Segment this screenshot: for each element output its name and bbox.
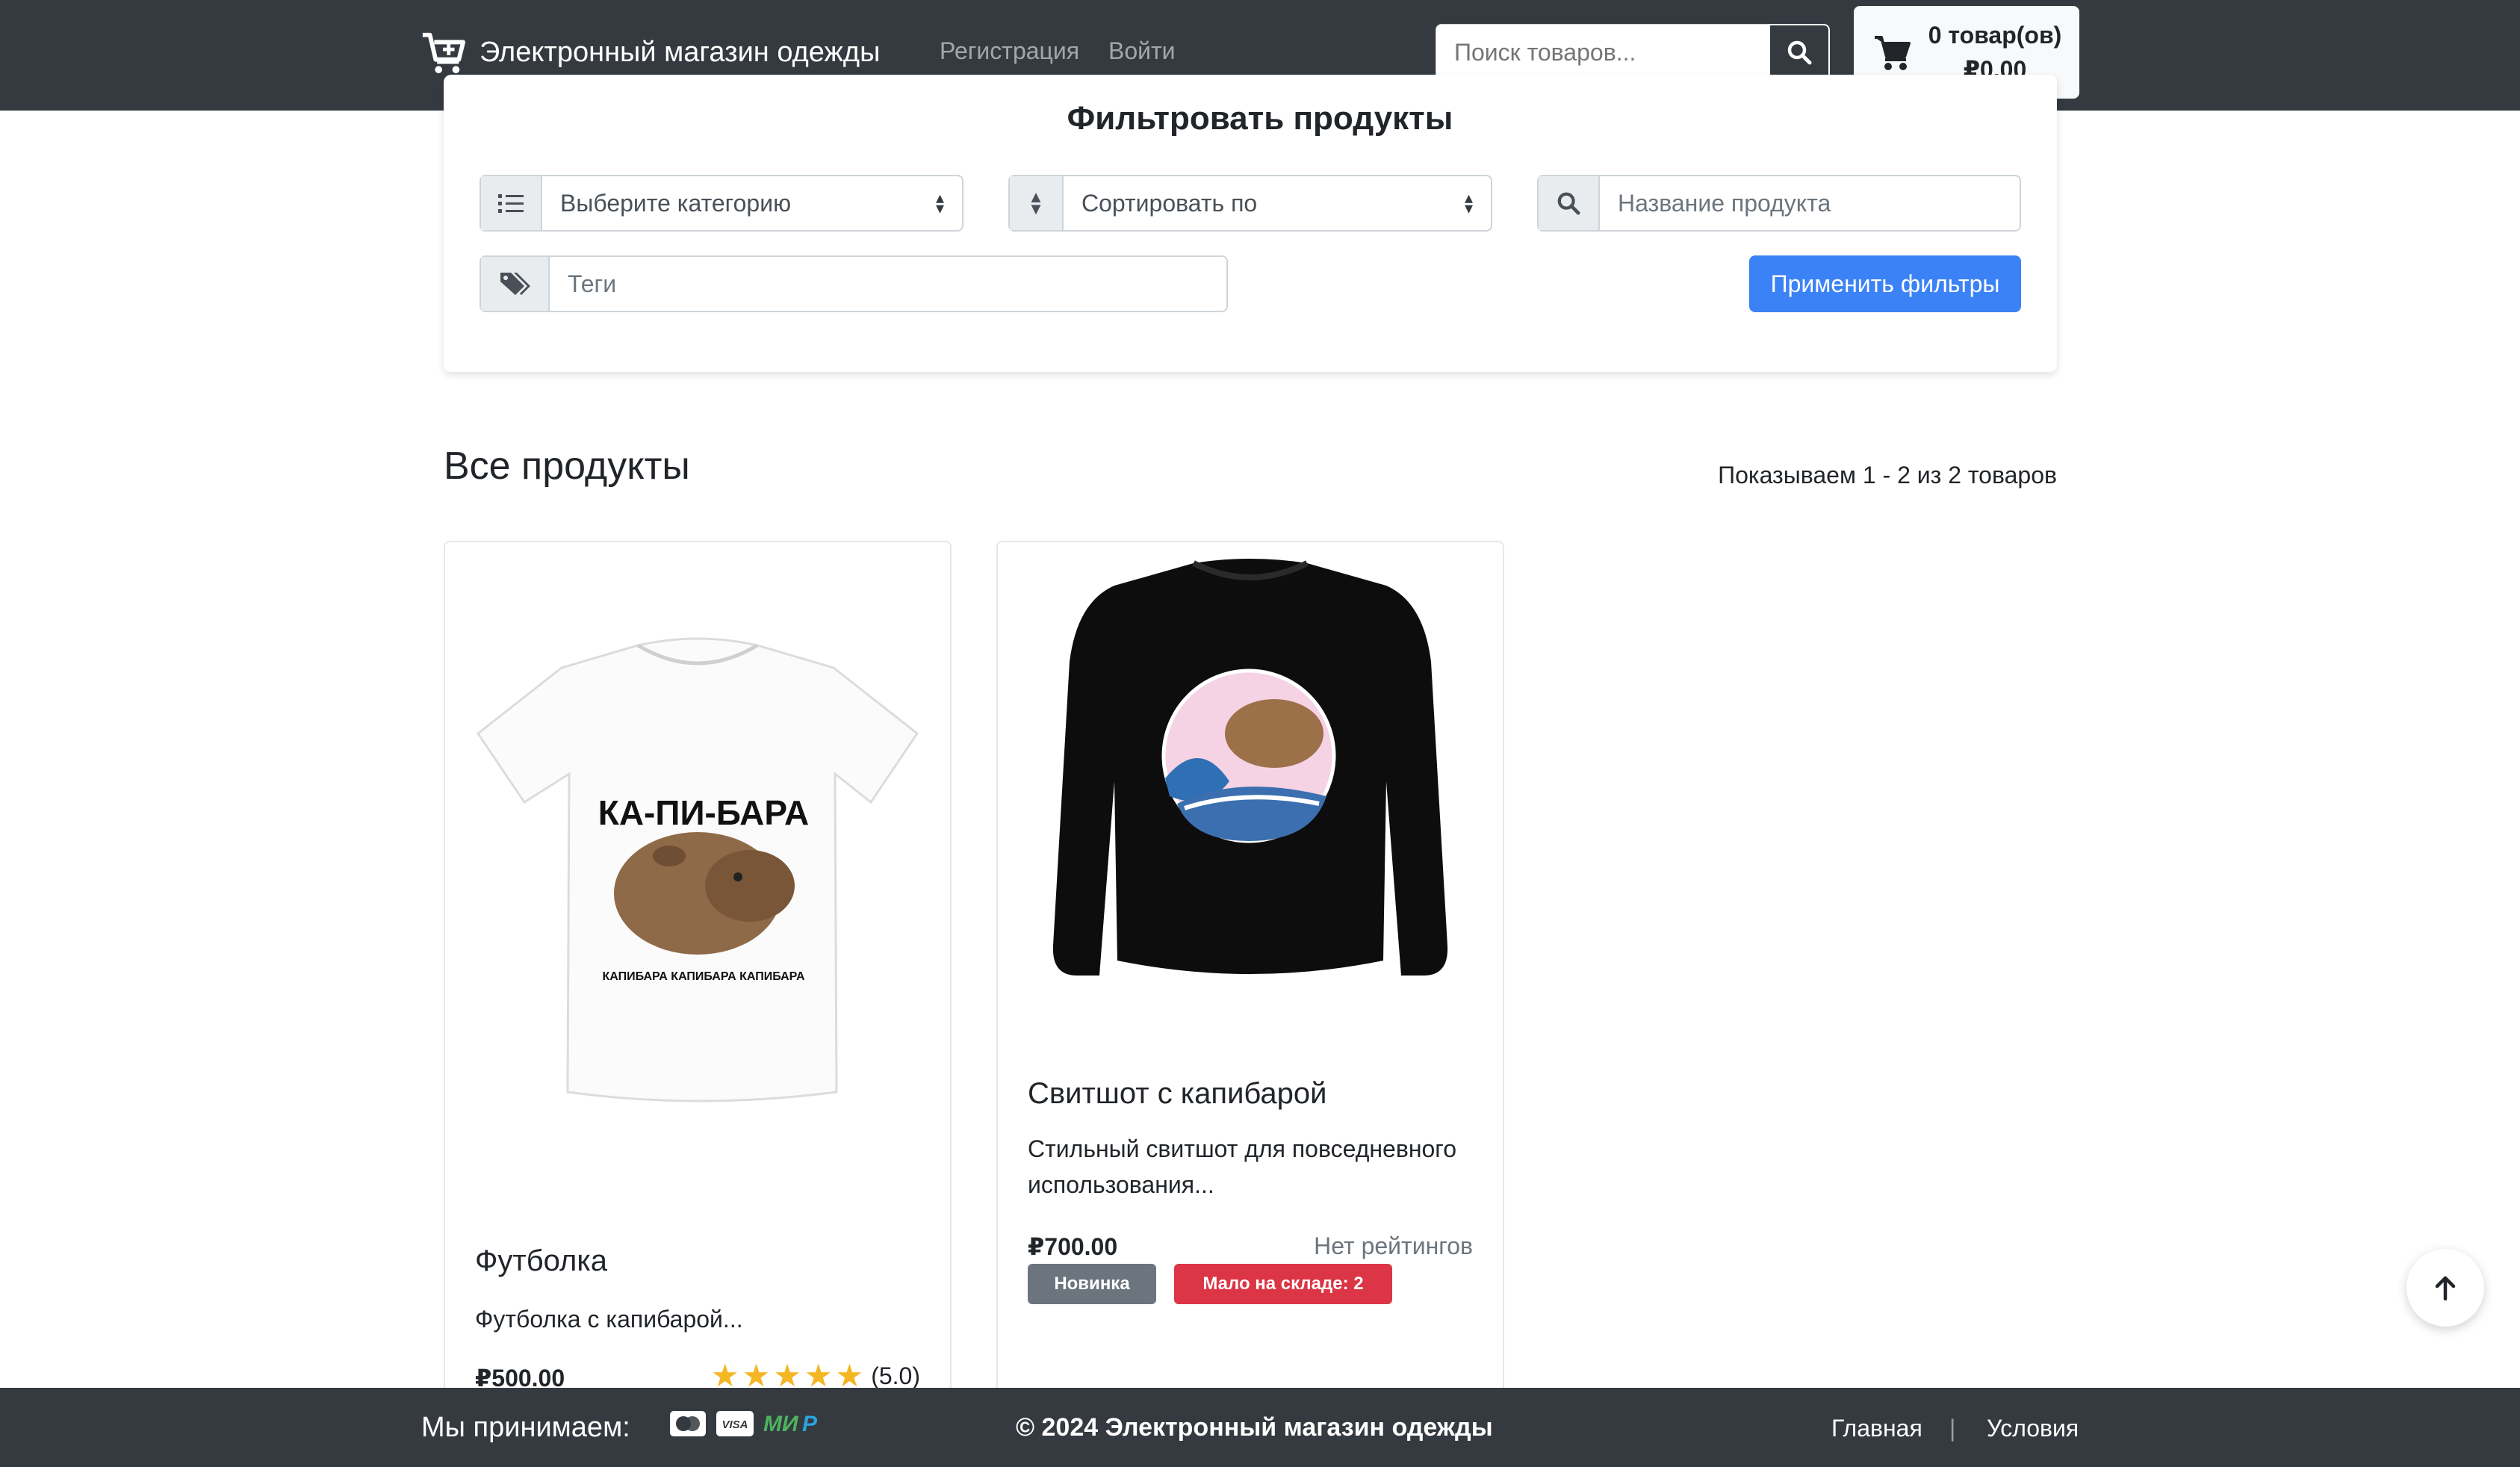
star-icon: ★ <box>710 1358 739 1393</box>
tags-input[interactable]: Теги <box>550 257 1226 311</box>
footer-accept-label: Мы принимаем: <box>421 1412 630 1443</box>
brand-text: Электронный магазин одежды <box>480 36 881 68</box>
sort-icon: ▲ ▼ <box>1010 176 1064 230</box>
tags-filter: Теги <box>480 255 1228 312</box>
search-icon <box>1539 176 1600 230</box>
brand-link[interactable]: Электронный магазин одежды <box>420 27 880 78</box>
category-select[interactable]: Выберите категорию ▴ ▾ <box>480 175 963 232</box>
cart-count: 0 товар(ов) <box>1928 22 2062 49</box>
badge-low-stock: Мало на складе: 2 <box>1174 1264 1392 1304</box>
product-description: Стильный свитшот для повседневного испол… <box>1028 1135 1457 1198</box>
arrow-up-icon <box>2435 1276 2456 1300</box>
product-image-sweatshirt[interactable] <box>998 557 1503 1005</box>
select-caret-icon: ▴ ▾ <box>935 188 944 217</box>
product-name-input[interactable]: Название продукта <box>1600 176 2020 230</box>
nav-login-link[interactable]: Войти <box>1108 37 1176 65</box>
shopping-cart-icon <box>1875 36 1911 70</box>
copyright-text: © 2024 Электронный магазин одежды <box>1016 1413 1493 1442</box>
footer-terms-link[interactable]: Условия <box>1987 1415 2079 1442</box>
product-image-tshirt[interactable]: КА-ПИ-БАРА КАПИБАРА КАПИБАРА КАПИБАРА <box>445 587 950 1140</box>
product-name[interactable]: Свитшот с капибарой <box>1028 1077 1327 1111</box>
payment-icons: VISA МИ Р <box>669 1410 832 1437</box>
nav-register-link[interactable]: Регистрация <box>940 37 1079 65</box>
star-icon: ★ <box>835 1358 864 1393</box>
product-rating-text: Нет рейтингов <box>1314 1232 1473 1259</box>
filter-title: Фильтровать продукты <box>1067 100 1453 137</box>
products-title: Все продукты <box>444 444 690 488</box>
product-card[interactable]: КА-ПИ-БАРА КАПИБАРА КАПИБАРА КАПИБАРА Фу… <box>444 541 952 1467</box>
svg-text:Р: Р <box>802 1412 818 1436</box>
select-caret-icon: ▴ ▾ <box>1464 188 1473 217</box>
star-icon: ★ <box>773 1358 801 1393</box>
tags-icon <box>481 257 550 311</box>
badge-new: Новинка <box>1028 1264 1156 1304</box>
search-form <box>1436 24 1830 81</box>
product-description: Футболка с капибарой... <box>475 1306 743 1333</box>
star-icon: ★ <box>804 1358 833 1393</box>
star-icon: ★ <box>742 1358 771 1393</box>
apply-filters-button[interactable]: Применить фильтры <box>1749 255 2021 312</box>
products-count: Показываем 1 - 2 из 2 товаров <box>1718 462 2057 489</box>
rating-value: (5.0) <box>871 1362 920 1389</box>
product-name-filter: Название продукта <box>1537 175 2021 232</box>
mir-icon: МИ Р <box>763 1412 818 1436</box>
scroll-to-top-button[interactable] <box>2406 1249 2484 1327</box>
sort-select-value: Сортировать по <box>1081 189 1258 217</box>
category-select-value: Выберите категорию <box>560 189 792 217</box>
svg-text:VISA: VISA <box>721 1418 748 1431</box>
product-card[interactable]: Свитшот с капибарой Стильный свитшот для… <box>996 541 1504 1467</box>
svg-text:КАПИБАРА КАПИБАРА КАПИБАРА: КАПИБАРА КАПИБАРА КАПИБАРА <box>602 970 804 983</box>
sort-select[interactable]: ▲ ▼ Сортировать по ▴ ▾ <box>1008 175 1492 232</box>
svg-text:МИ: МИ <box>763 1412 799 1436</box>
mastercard-icon <box>670 1411 706 1436</box>
product-price: ₽700.00 <box>1028 1233 1118 1260</box>
svg-text:КА-ПИ-БАРА: КА-ПИ-БАРА <box>598 793 809 832</box>
visa-icon: VISA <box>716 1411 754 1436</box>
list-icon <box>481 176 542 230</box>
product-name[interactable]: Футболка <box>475 1244 607 1278</box>
search-button[interactable] <box>1769 24 1830 81</box>
footer: Мы принимаем: VISA МИ Р © 2024 Электронн… <box>0 1388 2520 1467</box>
search-input[interactable] <box>1436 24 1769 81</box>
cart-plus-icon <box>422 32 466 74</box>
footer-separator: | <box>1949 1415 1956 1442</box>
product-rating: ★ ★ ★ ★ ★ (5.0) <box>710 1358 920 1393</box>
search-icon <box>1787 40 1812 65</box>
footer-home-link[interactable]: Главная <box>1831 1415 1922 1442</box>
